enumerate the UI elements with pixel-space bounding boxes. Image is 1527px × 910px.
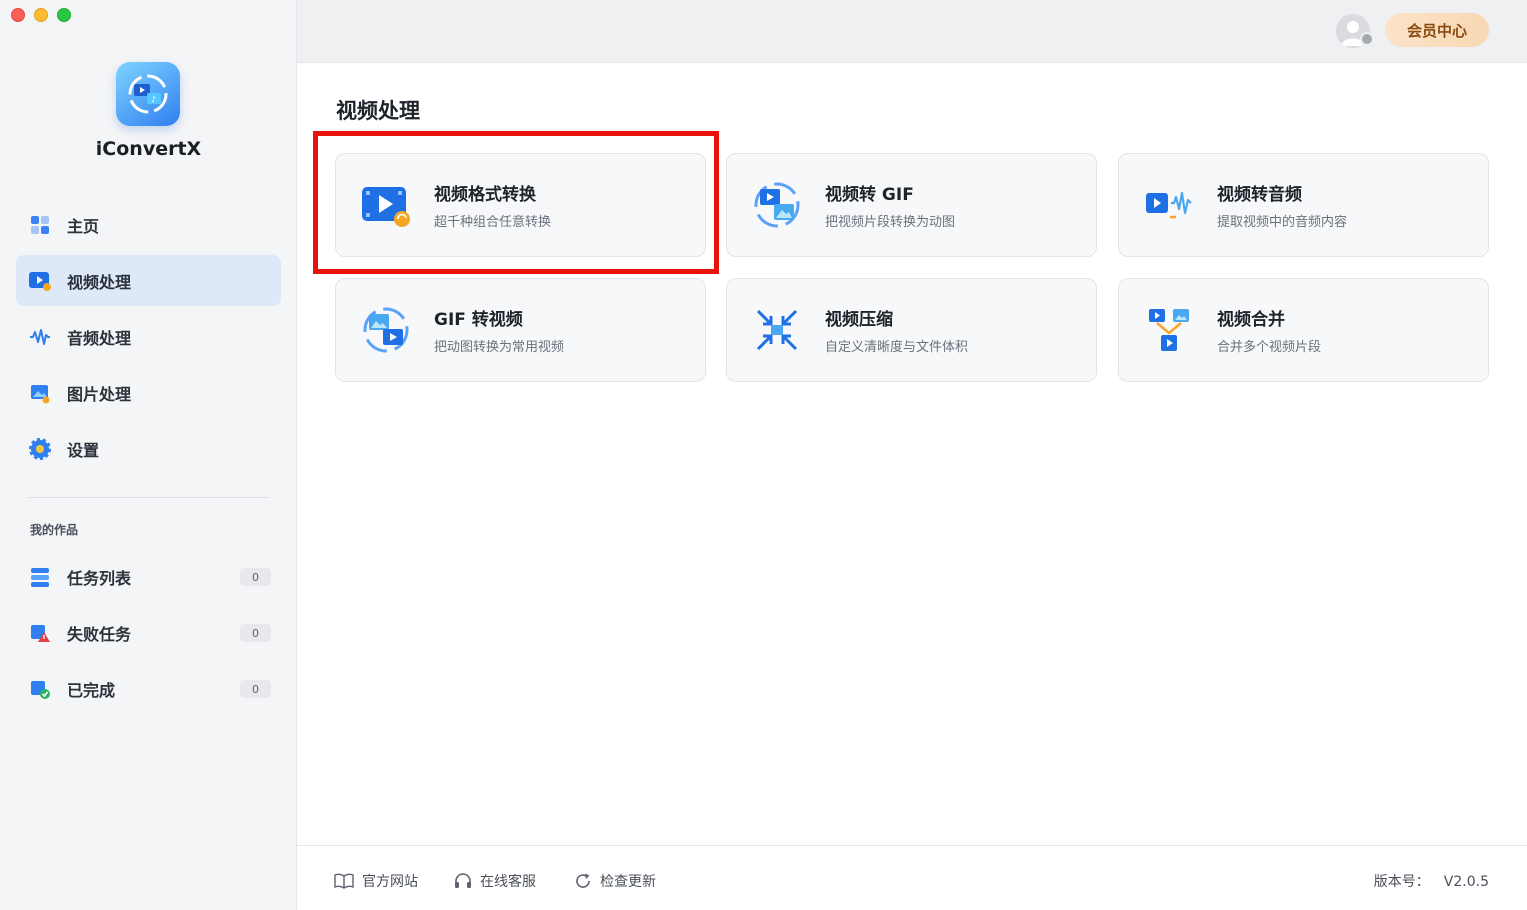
video-to-audio-icon xyxy=(1143,179,1195,231)
sidebar-item-home[interactable]: 主页 xyxy=(16,199,281,250)
avatar-status-icon xyxy=(1360,32,1374,46)
video-convert-icon xyxy=(360,179,412,231)
sidebar-item-label: 设置 xyxy=(67,440,100,460)
sidebar-item-label: 主页 xyxy=(67,216,100,236)
card-video-to-gif[interactable]: 视频转 GIF 把视频片段转换为动图 xyxy=(726,153,1097,257)
sidebar-item-completed[interactable]: 已完成 0 xyxy=(16,663,281,714)
card-subtitle: 超千种组合任意转换 xyxy=(434,215,552,230)
check-update-label: 检查更新 xyxy=(600,874,656,890)
merge-icon xyxy=(1143,304,1195,356)
online-support-link[interactable]: 在线客服 xyxy=(454,871,536,891)
card-gif-to-video[interactable]: GIF 转视频 把动图转换为常用视频 xyxy=(335,278,706,382)
version-value: V2.0.5 xyxy=(1443,874,1489,890)
card-subtitle: 把视频片段转换为动图 xyxy=(825,215,956,230)
official-website-link[interactable]: 官方网站 xyxy=(334,871,418,891)
sidebar-item-video[interactable]: 视频处理 xyxy=(16,255,281,306)
version-info: 版本号： V2.0.5 xyxy=(1374,871,1489,891)
sidebar-item-label: 已完成 xyxy=(67,680,116,700)
completed-icon xyxy=(27,676,53,702)
card-subtitle: 提取视频中的音频内容 xyxy=(1217,215,1348,230)
card-title: 视频格式转换 xyxy=(434,185,536,205)
card-video-merge[interactable]: 视频合并 合并多个视频片段 xyxy=(1118,278,1489,382)
card-subtitle: 把动图转换为常用视频 xyxy=(434,340,565,355)
sidebar-divider xyxy=(27,497,270,498)
sidebar-item-image[interactable]: 图片处理 xyxy=(16,367,281,418)
check-update-link[interactable]: 检查更新 xyxy=(574,871,656,891)
card-title: GIF 转视频 xyxy=(434,310,523,330)
video-process-icon xyxy=(27,268,53,294)
card-subtitle: 合并多个视频片段 xyxy=(1217,340,1322,355)
close-window-button[interactable] xyxy=(11,8,25,22)
version-label: 版本号： xyxy=(1373,874,1430,890)
online-support-label: 在线客服 xyxy=(480,874,536,890)
card-video-compress[interactable]: 视频压缩 自定义清晰度与文件体积 xyxy=(726,278,1097,382)
headphones-icon xyxy=(455,873,471,888)
svg-text:♪: ♪ xyxy=(151,95,156,104)
count-badge: 0 xyxy=(240,568,271,586)
sidebar-item-label: 音频处理 xyxy=(67,328,132,348)
failed-task-icon xyxy=(27,620,53,646)
sidebar-nav: 主页 视频处理 音频处理 图片处理 设置 xyxy=(16,199,281,479)
official-website-label: 官方网站 xyxy=(362,874,418,890)
top-bar: 会员中心 xyxy=(297,0,1527,63)
card-title: 视频转 GIF xyxy=(825,185,914,205)
gear-icon xyxy=(27,436,53,462)
home-grid-icon xyxy=(27,212,53,238)
video-to-gif-icon xyxy=(751,179,803,231)
compress-icon xyxy=(751,304,803,356)
member-center-button[interactable]: 会员中心 xyxy=(1385,13,1489,47)
works-list: 任务列表 0 失败任务 0 已完成 0 xyxy=(16,551,281,719)
window-controls xyxy=(11,8,71,22)
gif-to-video-icon xyxy=(360,304,412,356)
sidebar-item-label: 失败任务 xyxy=(67,624,132,644)
book-icon xyxy=(334,873,354,889)
refresh-icon xyxy=(576,873,590,888)
sidebar-item-settings[interactable]: 设置 xyxy=(16,423,281,474)
image-process-icon xyxy=(27,380,53,406)
app-logo-icon: ♪ xyxy=(116,62,180,126)
works-section-title: 我的作品 xyxy=(30,523,79,537)
card-title: 视频合并 xyxy=(1217,310,1285,330)
sidebar-item-failed[interactable]: 失败任务 0 xyxy=(16,607,281,658)
card-title: 视频转音频 xyxy=(1217,185,1302,205)
sidebar-item-audio[interactable]: 音频处理 xyxy=(16,311,281,362)
sidebar-item-task-list[interactable]: 任务列表 0 xyxy=(16,551,281,602)
audio-wave-icon xyxy=(27,324,53,350)
sidebar-item-label: 任务列表 xyxy=(67,568,132,588)
task-list-icon xyxy=(27,564,53,590)
page-title: 视频处理 xyxy=(336,99,420,123)
card-title: 视频压缩 xyxy=(825,310,893,330)
count-badge: 0 xyxy=(240,680,271,698)
sidebar-item-label: 图片处理 xyxy=(67,384,132,404)
sidebar: ♪ iConvertX 主页 视频处理 音频处理 图片处理 设置 我的作品 任务… xyxy=(0,0,297,910)
app-name: iConvertX xyxy=(95,138,202,160)
minimize-window-button[interactable] xyxy=(34,8,48,22)
card-video-convert[interactable]: 视频格式转换 超千种组合任意转换 xyxy=(335,153,706,257)
count-badge: 0 xyxy=(240,624,271,642)
sidebar-item-label: 视频处理 xyxy=(67,272,132,292)
card-video-to-audio[interactable]: 视频转音频 提取视频中的音频内容 xyxy=(1118,153,1489,257)
footer: 官方网站 在线客服 检查更新 版本号： V2.0.5 xyxy=(297,845,1527,910)
card-subtitle: 自定义清晰度与文件体积 xyxy=(825,340,969,355)
maximize-window-button[interactable] xyxy=(57,8,71,22)
